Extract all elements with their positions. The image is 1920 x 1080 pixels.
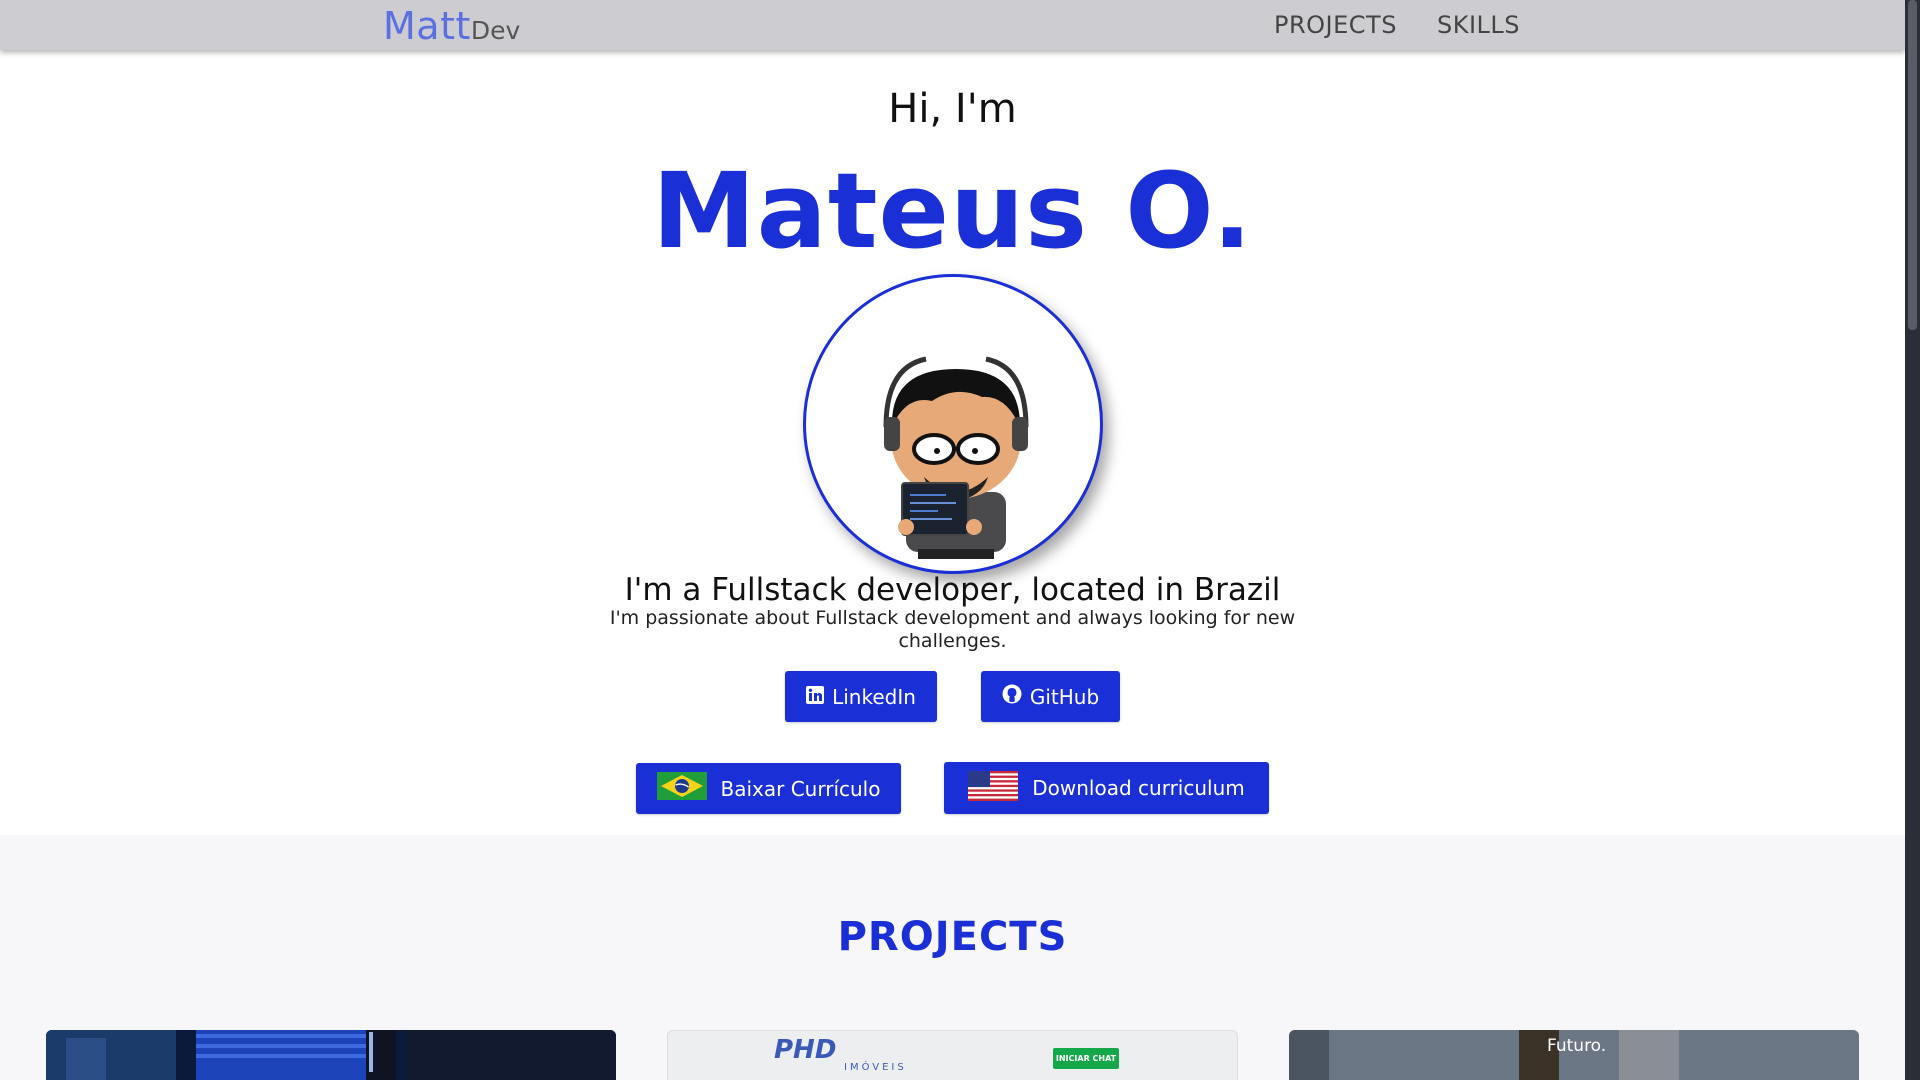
avatar-illustration — [883, 356, 1029, 559]
hero-name: Mateus O. — [652, 150, 1253, 272]
linkedin-button[interactable]: LinkedIn — [785, 671, 937, 722]
download-resume-us-button[interactable]: Download curriculum — [944, 762, 1269, 814]
linkedin-icon — [806, 685, 825, 709]
download-resume-br-label: Baixar Currículo — [720, 776, 881, 801]
project-card-2[interactable]: PHD IMÓVEIS INICIAR CHAT — [667, 1030, 1238, 1080]
page: MattDev PROJECTS SKILLS Hi, I'm Mateus O… — [0, 0, 1905, 1080]
scrollbar-thumb[interactable] — [1908, 0, 1917, 330]
brazil-flag-icon — [656, 772, 707, 805]
nav-link-projects[interactable]: PROJECTS — [1274, 11, 1397, 39]
start-chat-button: INICIAR CHAT — [1053, 1048, 1119, 1069]
hero-headline: I'm a Fullstack developer, located in Br… — [624, 572, 1281, 608]
projects-title: PROJECTS — [837, 914, 1068, 960]
project-card-3[interactable]: Futuro. — [1289, 1030, 1859, 1080]
hero-subtext: I'm passionate about Fullstack developme… — [609, 607, 1296, 652]
download-resume-us-label: Download curriculum — [1032, 776, 1245, 800]
hero-greeting: Hi, I'm — [888, 86, 1017, 132]
github-label: GitHub — [1029, 684, 1100, 709]
project-card-1[interactable] — [46, 1030, 616, 1080]
project-3-caption: Futuro. — [1547, 1036, 1607, 1056]
usa-flag-icon — [968, 770, 1019, 806]
nav-link-skills[interactable]: SKILLS — [1437, 11, 1520, 39]
navbar: MattDev PROJECTS SKILLS — [0, 0, 1905, 50]
phd-logo: PHD — [774, 1035, 837, 1065]
download-resume-br-button[interactable]: Baixar Currículo — [636, 763, 901, 814]
phd-logo-sub: IMÓVEIS — [844, 1062, 907, 1073]
project-1-thumbnail — [46, 1030, 616, 1080]
avatar — [803, 274, 1103, 574]
github-button[interactable]: GitHub — [981, 671, 1120, 722]
github-icon — [1002, 684, 1022, 709]
brand-sub: Dev — [470, 16, 521, 45]
linkedin-label: LinkedIn — [832, 684, 916, 709]
brand-main: Matt — [383, 4, 471, 48]
brand-logo[interactable]: MattDev — [383, 4, 520, 48]
